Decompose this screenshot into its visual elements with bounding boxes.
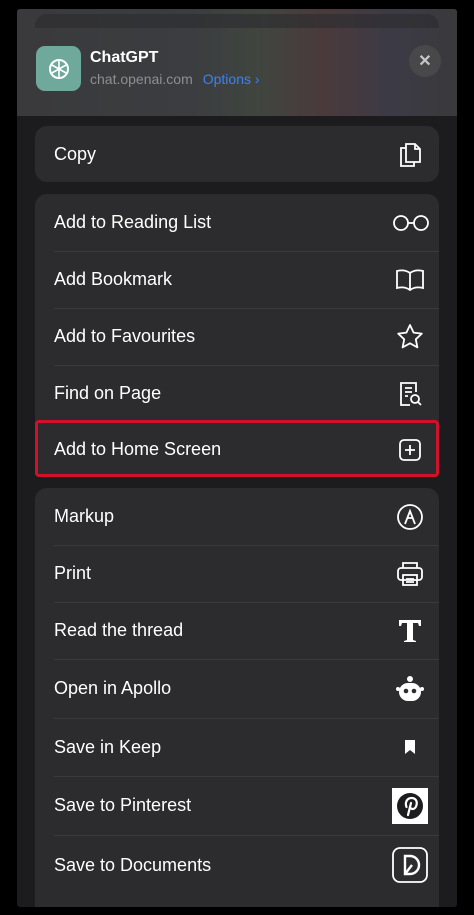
share-header: ChatGPT chat.openai.com Options › ✕ bbox=[17, 9, 457, 116]
app-url-line: chat.openai.com Options › bbox=[90, 71, 260, 87]
action-add-bookmark[interactable]: Add Bookmark bbox=[35, 251, 439, 308]
action-label: Add Bookmark bbox=[54, 269, 173, 289]
action-add-to-favourites[interactable]: Add to Favourites bbox=[35, 308, 439, 365]
action-add-to-reading-list[interactable]: Add to Reading List bbox=[35, 194, 439, 251]
action-label: Save to Documents bbox=[54, 854, 212, 875]
documents-icon bbox=[392, 847, 428, 883]
t-icon bbox=[395, 616, 425, 646]
app-title: ChatGPT bbox=[90, 49, 159, 66]
action-label: Copy bbox=[54, 143, 97, 164]
action-add-to-home-screen[interactable]: Add to Home Screen bbox=[35, 422, 439, 477]
sheet-stack-edge bbox=[35, 14, 439, 28]
action-read-the-thread[interactable]: Read the thread bbox=[35, 602, 439, 659]
action-save-to-pinterest[interactable]: Save to Pinterest bbox=[35, 776, 439, 835]
apollo-icon bbox=[395, 674, 425, 704]
action-label: Read the thread bbox=[54, 620, 184, 640]
chatgpt-logo-icon bbox=[36, 46, 81, 91]
plus-square-icon bbox=[395, 435, 425, 465]
options-link[interactable]: Options › bbox=[203, 71, 260, 87]
action-copy[interactable]: Copy bbox=[35, 126, 439, 182]
book-icon bbox=[395, 265, 425, 295]
action-label: Markup bbox=[54, 506, 115, 526]
action-label: Add to Home Screen bbox=[54, 439, 222, 459]
close-button[interactable]: ✕ bbox=[409, 45, 441, 77]
action-label: Save in Keep bbox=[54, 736, 162, 757]
glasses-icon bbox=[391, 208, 431, 238]
action-open-in-apollo[interactable]: Open in Apollo bbox=[35, 659, 439, 718]
star-icon bbox=[395, 322, 425, 352]
copy-icon bbox=[395, 139, 425, 169]
action-label: Save to Pinterest bbox=[54, 795, 192, 815]
action-find-on-page[interactable]: Find on Page bbox=[35, 365, 439, 422]
close-icon: ✕ bbox=[418, 53, 432, 70]
printer-icon bbox=[395, 559, 425, 589]
find-page-icon bbox=[395, 379, 425, 409]
action-label: Open in Apollo bbox=[54, 678, 172, 698]
action-label: Find on Page bbox=[54, 383, 162, 403]
actions-group-2: Markup Print Read the thread Open in Apo… bbox=[35, 488, 439, 907]
action-label: Print bbox=[54, 563, 92, 583]
markup-icon bbox=[395, 502, 425, 532]
bookmark-icon bbox=[395, 732, 425, 762]
actions-group-1: Add to Reading List Add Bookmark Add to … bbox=[35, 194, 439, 477]
action-save-to-documents[interactable]: Save to Documents bbox=[35, 835, 439, 895]
copy-group: Copy bbox=[35, 126, 439, 182]
share-sheet: ChatGPT chat.openai.com Options › ✕ Copy … bbox=[17, 9, 457, 907]
pinterest-icon bbox=[392, 787, 428, 824]
action-label: Add to Reading List bbox=[54, 212, 212, 232]
app-url: chat.openai.com bbox=[90, 71, 193, 87]
action-markup[interactable]: Markup bbox=[35, 488, 439, 545]
action-label: Add to Favourites bbox=[54, 326, 196, 346]
action-save-in-keep[interactable]: Save in Keep bbox=[35, 718, 439, 776]
action-print[interactable]: Print bbox=[35, 545, 439, 602]
